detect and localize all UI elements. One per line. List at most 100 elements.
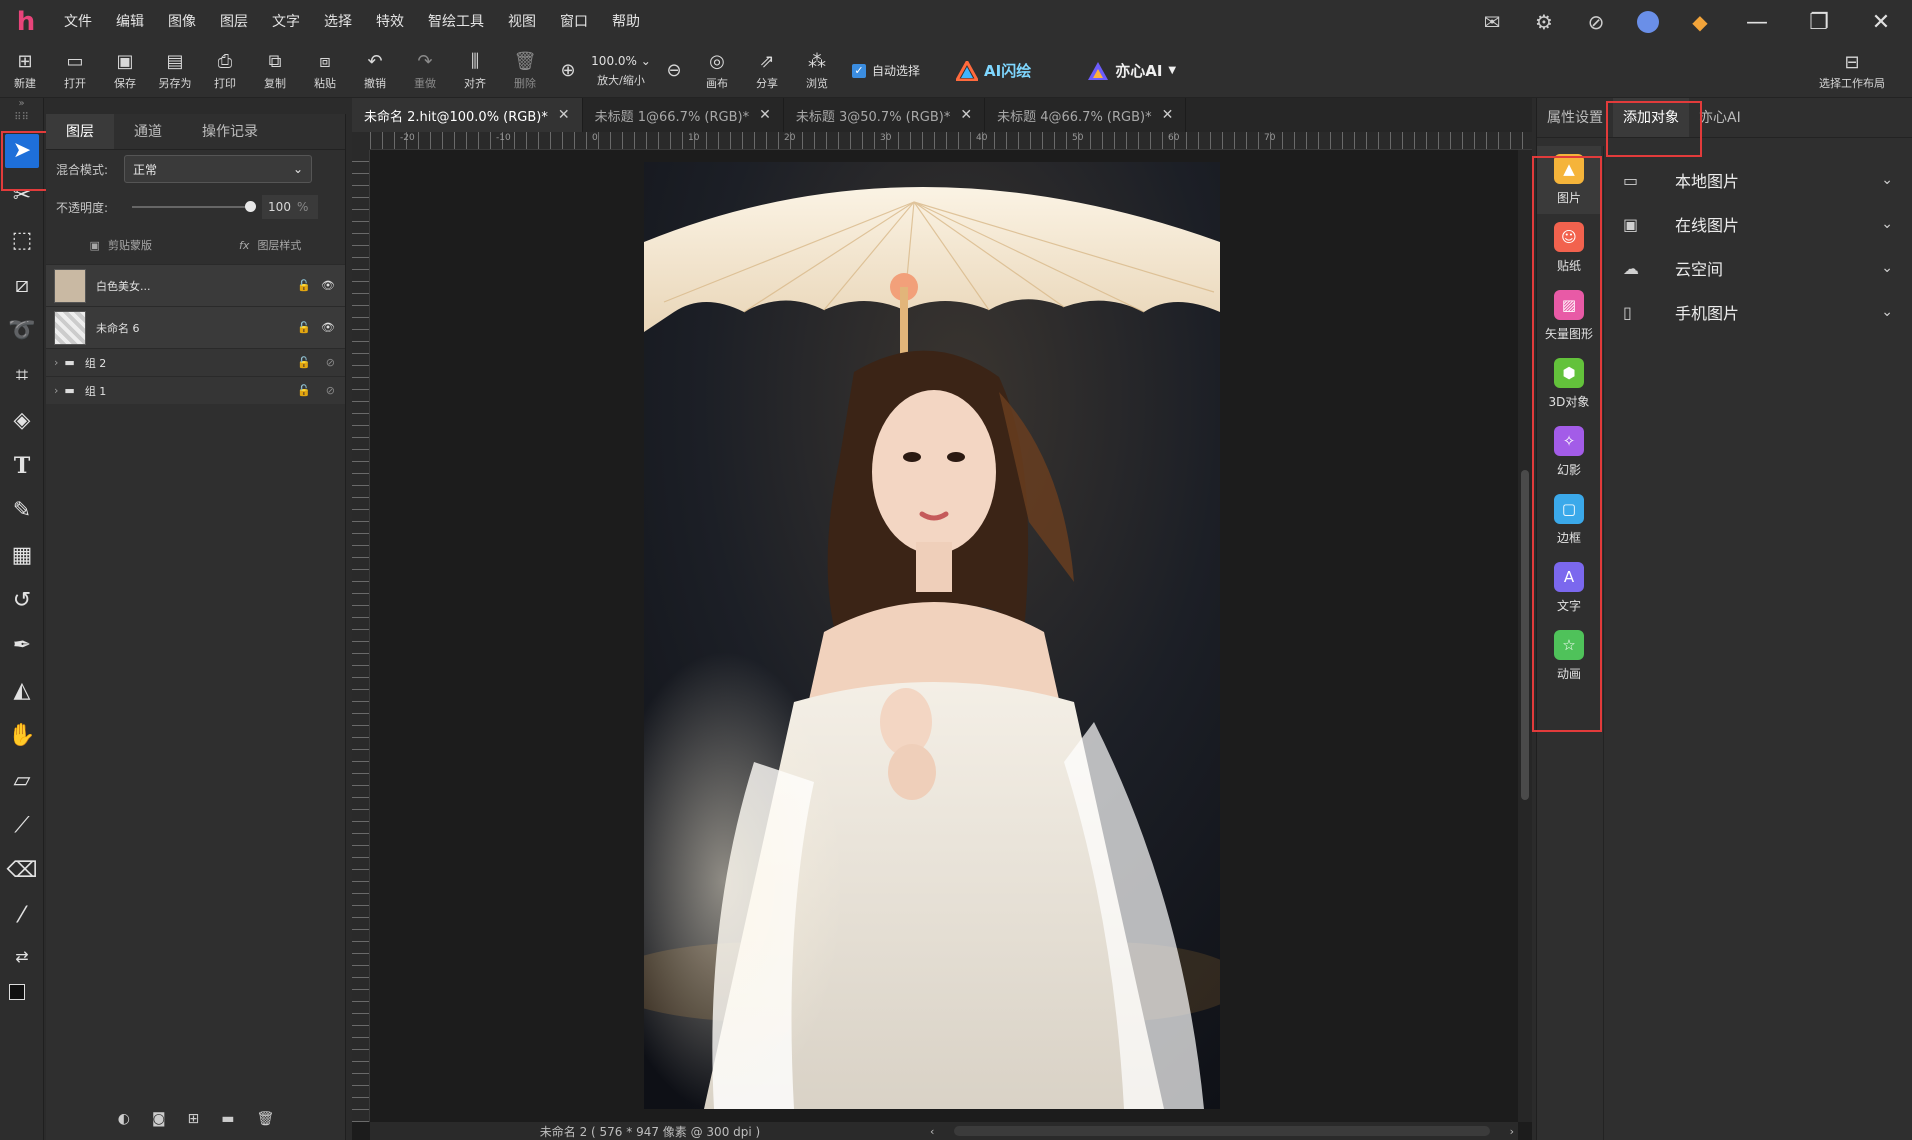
chevron-down-icon[interactable]: ⌄ bbox=[1881, 172, 1893, 188]
align-button[interactable]: ⫼ 对齐 bbox=[450, 44, 500, 98]
save-as-button[interactable]: ▤ 另存为 bbox=[150, 44, 200, 98]
menu-item[interactable]: 智绘工具 bbox=[416, 0, 496, 44]
eye-hidden-icon[interactable]: ⊘ bbox=[326, 384, 335, 397]
image-source-item[interactable]: ▣ 在线图片 ⌄ bbox=[1623, 202, 1893, 246]
canvas-image[interactable] bbox=[644, 162, 1220, 1109]
close-tab-icon[interactable]: ✕ bbox=[960, 107, 972, 123]
document-tab[interactable]: 未标题 3@50.7% (RGB)* ✕ bbox=[784, 98, 986, 132]
menu-item[interactable]: 文件 bbox=[52, 0, 104, 44]
layer-row[interactable]: 白色美女... 🔓 👁 bbox=[46, 264, 345, 306]
delete-layer-icon[interactable]: 🗑 bbox=[257, 1111, 275, 1127]
delete-button[interactable]: 🗑 删除 bbox=[500, 44, 550, 98]
auto-select-checkbox[interactable]: ✓ 自动选择 bbox=[852, 62, 920, 79]
layer-row[interactable]: 未命名 6 🔓 👁 bbox=[46, 306, 345, 348]
scroll-right-icon[interactable]: › bbox=[1510, 1125, 1514, 1138]
eye-icon[interactable]: 👁 bbox=[321, 279, 335, 292]
document-tab[interactable]: 未命名 2.hit@100.0% (RGB)* ✕ bbox=[352, 98, 583, 132]
chevron-down-icon[interactable]: ⌄ bbox=[1881, 260, 1893, 276]
eye-icon[interactable]: 👁 bbox=[321, 321, 335, 334]
vertical-scrollbar[interactable] bbox=[1518, 150, 1532, 1122]
transform-tool[interactable]: ⧄ bbox=[0, 263, 44, 308]
image-source-item[interactable]: ☁ 云空间 ⌄ bbox=[1623, 246, 1893, 290]
scroll-thumb[interactable] bbox=[1521, 470, 1529, 800]
new-button[interactable]: ⊞ 新建 bbox=[0, 44, 50, 98]
menu-item[interactable]: 图像 bbox=[156, 0, 208, 44]
mask-icon[interactable]: ◙ bbox=[152, 1111, 166, 1127]
image-source-item[interactable]: ▭ 本地图片 ⌄ bbox=[1623, 158, 1893, 202]
chevron-right-icon[interactable]: › bbox=[54, 356, 58, 369]
opacity-input[interactable]: 100 % bbox=[262, 195, 319, 219]
lock-icon[interactable]: 🔓 bbox=[297, 356, 311, 369]
close-tab-icon[interactable]: ✕ bbox=[759, 107, 771, 123]
opacity-slider[interactable] bbox=[132, 201, 257, 212]
marquee-tool[interactable]: ⬚ bbox=[0, 218, 44, 263]
close-window-button[interactable]: ✕ bbox=[1850, 0, 1912, 44]
print-button[interactable]: ⎙ 打印 bbox=[200, 44, 250, 98]
blend-mode-select[interactable]: 正常 ⌄ bbox=[124, 155, 313, 183]
copy-button[interactable]: ⧉ 复制 bbox=[250, 44, 300, 98]
fill-tool[interactable]: ◈ bbox=[0, 398, 44, 443]
canvas-button[interactable]: ◎ 画布 bbox=[692, 44, 742, 98]
color-swatches[interactable] bbox=[0, 974, 44, 1019]
share-button[interactable]: ⇗ 分享 bbox=[742, 44, 792, 98]
open-button[interactable]: ▭ 打开 bbox=[50, 44, 100, 98]
horizontal-scrollbar[interactable] bbox=[954, 1126, 1490, 1136]
tab-right-panel[interactable]: 属性设置 bbox=[1537, 98, 1613, 137]
document-tab[interactable]: 未标题 4@66.7% (RGB)* ✕ bbox=[985, 98, 1187, 132]
menu-item[interactable]: 视图 bbox=[496, 0, 548, 44]
avatar[interactable] bbox=[1622, 0, 1674, 44]
text-tool[interactable]: T bbox=[0, 443, 44, 488]
chevron-down-icon[interactable]: ⌄ bbox=[1881, 304, 1893, 320]
document-tab[interactable]: 未标题 1@66.7% (RGB)* ✕ bbox=[583, 98, 784, 132]
paste-button[interactable]: ⧈ 粘贴 bbox=[300, 44, 350, 98]
perspective-tool[interactable]: ▱ bbox=[0, 758, 44, 803]
settings-icon[interactable]: ⚙ bbox=[1518, 0, 1570, 44]
lock-icon[interactable]: 🔓 bbox=[297, 321, 311, 334]
ai-flash-button[interactable]: AI闪绘 bbox=[956, 60, 1031, 81]
lasso-tool[interactable]: ➰ bbox=[0, 308, 44, 353]
foreground-color[interactable] bbox=[9, 983, 25, 1000]
menu-item[interactable]: 帮助 bbox=[600, 0, 652, 44]
yixin-ai-button[interactable]: 亦心AI ▼ bbox=[1087, 60, 1176, 81]
clip-mask-button[interactable]: ▣ 剪贴蒙版 bbox=[46, 237, 196, 253]
eraser-tool[interactable]: ⌫ bbox=[0, 848, 44, 893]
eye-hidden-icon[interactable]: ⊘ bbox=[326, 356, 335, 369]
layer-group-row[interactable]: › ▬ 组 2 🔓 ⊘ bbox=[46, 348, 345, 376]
browse-button[interactable]: ⁂ 浏览 bbox=[792, 44, 842, 98]
mosaic-tool[interactable]: ▦ bbox=[0, 533, 44, 578]
lock-icon[interactable]: 🔓 bbox=[297, 279, 311, 292]
vip-icon[interactable]: ◆ bbox=[1674, 0, 1726, 44]
new-group-icon[interactable]: ▬ bbox=[221, 1111, 234, 1127]
canvas-area[interactable]: -20 -10 0 10 20 30 40 50 60 70 未命名 2 (5… bbox=[352, 132, 1532, 1140]
menu-item[interactable]: 选择 bbox=[312, 0, 364, 44]
pen-tool[interactable]: ✒ bbox=[0, 623, 44, 668]
undo-button[interactable]: ↶ 撤销 bbox=[350, 44, 400, 98]
tab-layers-panel[interactable]: 图层 bbox=[46, 114, 114, 149]
chevron-right-icon[interactable]: › bbox=[54, 384, 58, 397]
tab-layers-panel[interactable]: 操作记录 bbox=[182, 114, 278, 149]
menu-item[interactable]: 编辑 bbox=[104, 0, 156, 44]
smudge-tool[interactable]: ⟋ bbox=[0, 803, 44, 848]
workspace-layout-button[interactable]: ⊟ 选择工作布局 bbox=[1812, 44, 1892, 98]
menu-item[interactable]: 特效 bbox=[364, 0, 416, 44]
zoom-control[interactable]: 100.0% ⌄ 放大/缩小 bbox=[586, 44, 656, 98]
menu-item[interactable]: 图层 bbox=[208, 0, 260, 44]
image-source-item[interactable]: ▯ 手机图片 ⌄ bbox=[1623, 290, 1893, 334]
tab-layers-panel[interactable]: 通道 bbox=[114, 114, 182, 149]
layer-style-button[interactable]: fx 图层样式 bbox=[196, 237, 346, 253]
zoom-in-button[interactable]: ⊕ bbox=[550, 44, 586, 98]
layer-group-row[interactable]: › ▬ 组 1 🔓 ⊘ bbox=[46, 376, 345, 404]
minimize-button[interactable]: — bbox=[1726, 0, 1788, 44]
redo-button[interactable]: ↷ 重做 bbox=[400, 44, 450, 98]
slider-knob[interactable] bbox=[245, 201, 257, 212]
close-tab-icon[interactable]: ✕ bbox=[558, 107, 570, 123]
eyedropper-tool[interactable]: ⁄ bbox=[0, 893, 44, 938]
compass-icon[interactable]: ⊘ bbox=[1570, 0, 1622, 44]
brush-tool[interactable]: ✎ bbox=[0, 488, 44, 533]
adjustment-icon[interactable]: ◐ bbox=[118, 1111, 130, 1127]
zoom-out-button[interactable]: ⊖ bbox=[656, 44, 692, 98]
new-layer-icon[interactable]: ⊞ bbox=[188, 1111, 200, 1127]
history-brush-tool[interactable]: ↺ bbox=[0, 578, 44, 623]
close-tab-icon[interactable]: ✕ bbox=[1162, 107, 1174, 123]
restore-button[interactable]: ❐ bbox=[1788, 0, 1850, 44]
